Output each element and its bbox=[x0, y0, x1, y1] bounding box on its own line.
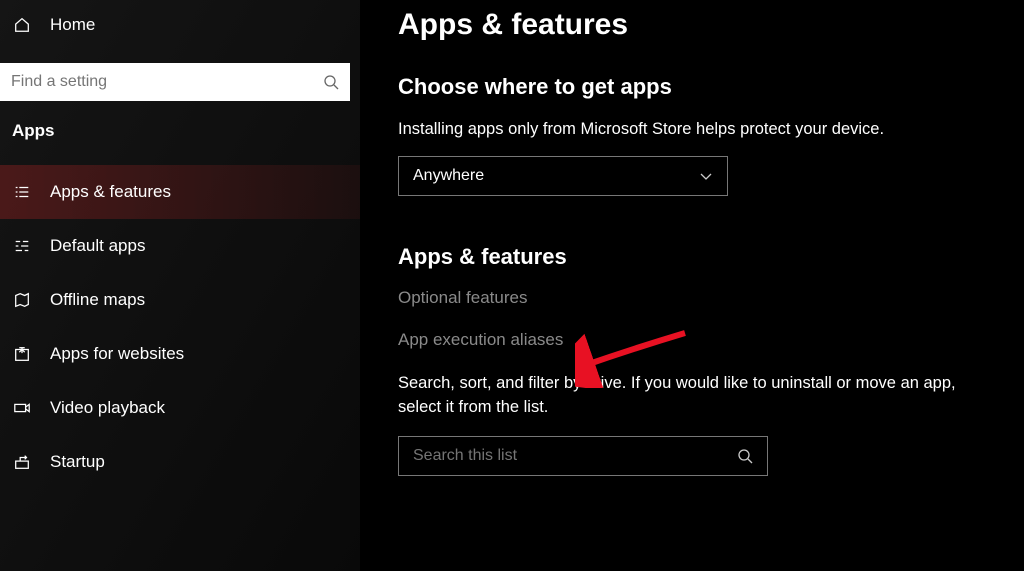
section-source-desc: Installing apps only from Microsoft Stor… bbox=[398, 118, 994, 142]
sidebar-section-label: Apps bbox=[0, 111, 360, 147]
sidebar-item-label: Startup bbox=[50, 452, 105, 472]
defaults-icon bbox=[12, 236, 32, 256]
open-icon bbox=[12, 344, 32, 364]
sidebar-item-default-apps[interactable]: Default apps bbox=[0, 219, 360, 273]
apps-list-search[interactable] bbox=[398, 436, 768, 476]
apps-list-search-input[interactable] bbox=[413, 447, 737, 465]
sidebar-item-label: Video playback bbox=[50, 398, 165, 418]
sidebar-item-apps-websites[interactable]: Apps for websites bbox=[0, 327, 360, 381]
home-icon bbox=[12, 15, 32, 35]
search-wrap bbox=[0, 63, 360, 101]
sidebar: Home Apps bbox=[0, 0, 360, 571]
sidebar-item-apps-features[interactable]: Apps & features bbox=[0, 165, 360, 219]
map-icon bbox=[12, 290, 32, 310]
main-content: Apps & features Choose where to get apps… bbox=[360, 0, 1024, 571]
section-heading-apps: Apps & features bbox=[398, 244, 994, 270]
sidebar-item-startup[interactable]: Startup bbox=[0, 435, 360, 489]
sidebar-item-label: Default apps bbox=[50, 236, 145, 256]
app-source-select[interactable]: Anywhere bbox=[398, 156, 728, 196]
startup-icon bbox=[12, 452, 32, 472]
sidebar-item-label: Apps & features bbox=[50, 182, 171, 202]
sidebar-item-label: Apps for websites bbox=[50, 344, 184, 364]
filter-desc: Search, sort, and filter by drive. If yo… bbox=[398, 372, 994, 420]
sidebar-item-video-playback[interactable]: Video playback bbox=[0, 381, 360, 435]
app-source-value: Anywhere bbox=[413, 167, 484, 185]
section-heading-source: Choose where to get apps bbox=[398, 74, 994, 100]
sidebar-item-offline-maps[interactable]: Offline maps bbox=[0, 273, 360, 327]
video-icon bbox=[12, 398, 32, 418]
nav-home-label: Home bbox=[50, 15, 95, 35]
nav-home[interactable]: Home bbox=[0, 0, 360, 49]
chevron-down-icon bbox=[699, 169, 713, 183]
link-app-execution-aliases[interactable]: App execution aliases bbox=[398, 330, 994, 350]
page-title: Apps & features bbox=[398, 8, 994, 42]
sidebar-item-label: Offline maps bbox=[50, 290, 145, 310]
search-icon bbox=[323, 74, 339, 90]
list-icon bbox=[12, 182, 32, 202]
subnav: Apps & features Default apps bbox=[0, 165, 360, 489]
settings-search[interactable] bbox=[0, 63, 350, 101]
search-icon bbox=[737, 448, 753, 464]
settings-search-input[interactable] bbox=[11, 73, 323, 91]
link-optional-features[interactable]: Optional features bbox=[398, 288, 994, 308]
